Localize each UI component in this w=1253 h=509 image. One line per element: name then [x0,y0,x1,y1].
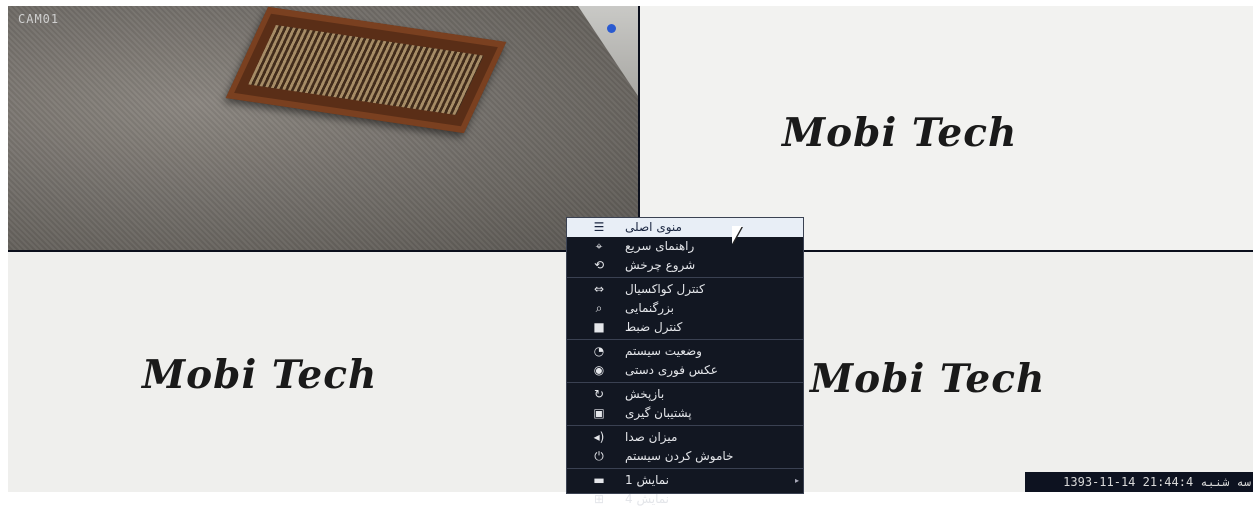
menu-item-label: میزان صدا [625,430,678,444]
submenu-arrow-icon: ▸ [794,476,799,485]
menu-item[interactable]: ■ کنترل ضبط [567,318,803,337]
menu-item[interactable]: ◂) میزان صدا [567,428,803,447]
menu-item-label: منوی اصلی [625,220,682,234]
menu-item[interactable]: ⇔ کنترل کواکسیال [567,280,803,299]
zoom-icon: ⌕ [595,301,603,315]
brand-text: Mobi Tech [810,356,1046,402]
menu-item-label: شروع چرخش [625,258,696,272]
menu-item-label: 1 نمایش [625,473,670,487]
menu-item-label: راهنمای سریع [625,239,695,253]
single-view-icon: ▬ [593,473,605,487]
power-icon: ⏻ [594,449,604,463]
menu-item-label: وضعیت سیستم [625,344,702,358]
menu-item-label: خاموش کردن سیستم [625,449,734,463]
brand-text: Mobi Tech [782,110,1018,156]
menu-item-label: کنترل کواکسیال [625,282,705,296]
volume-icon: ◂) [593,430,605,444]
datetime-display: 1393-11-14 سه شنبه 21:44:4 [1025,472,1253,492]
menu-item[interactable]: ▣ پشتیبان گیری [567,404,803,423]
brand-text: Mobi Tech [142,352,378,398]
menu-item[interactable]: ☰ منوی اصلی [567,218,803,237]
menu-item[interactable]: ◔ وضعیت سیستم [567,342,803,361]
menu-item-label: بازپخش [625,387,665,401]
menu-separator [567,468,803,469]
menu-item[interactable]: ⌕ بزرگنمایی [567,299,803,318]
snapshot-icon: ◉ [593,363,605,377]
menu-item[interactable]: ▬ 1 نمایش ▸ [567,471,803,490]
menu-item[interactable]: ⌖ راهنمای سریع [567,237,803,256]
menu-item-label: پشتیبان گیری [625,406,692,420]
menu-list-icon: ☰ [593,220,605,234]
mouse-cursor-icon [732,226,742,244]
menu-item-label: 4 نمایش [625,492,670,506]
menu-separator [567,425,803,426]
menu-separator [567,277,803,278]
record-icon: ■ [593,320,605,334]
rotate-icon: ⟲ [593,258,605,272]
status-icon: ◔ [593,344,605,358]
menu-item[interactable]: ⏻ خاموش کردن سیستم [567,447,803,466]
camera-view-2[interactable]: Mobi Tech [640,6,1253,250]
menu-separator [567,339,803,340]
coaxial-icon: ⇔ [593,282,605,296]
menu-item-label: کنترل ضبط [625,320,683,334]
backup-icon: ▣ [593,406,605,420]
menu-item[interactable]: ◉ عکس فوری دستی [567,361,803,380]
carpet-frame [225,6,507,134]
record-indicator-icon [607,24,616,33]
menu-item[interactable]: ⟲ شروع چرخش [567,256,803,275]
camera-label: CAM01 [18,12,60,26]
camera-view-3[interactable]: Mobi Tech [8,252,638,492]
playback-icon: ↻ [593,387,605,401]
wall-edge [578,6,638,96]
context-menu: ☰ منوی اصلی ⌖ راهنمای سریع ⟲ شروع چرخش ⇔ کنترل … [566,217,804,506]
menu-item[interactable]: ↻ بازپخش [567,385,803,404]
camera-view-1[interactable]: CAM01 [8,6,638,250]
quick-guide-icon: ⌖ [595,239,603,253]
menu-item[interactable]: ⊞ 4 نمایش [567,490,803,509]
menu-item-label: بزرگنمایی [625,301,675,315]
quad-view-icon: ⊞ [593,492,605,506]
menu-separator [567,382,803,383]
menu-item-label: عکس فوری دستی [625,363,718,377]
